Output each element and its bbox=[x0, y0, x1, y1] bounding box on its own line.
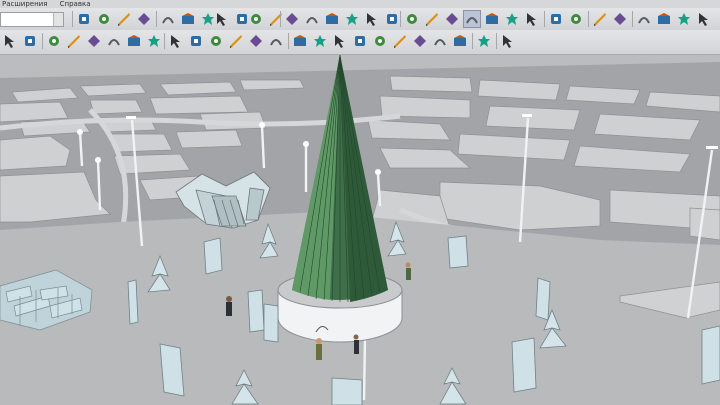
tape-measure-icon[interactable] bbox=[404, 11, 420, 27]
3d-viewport[interactable] bbox=[0, 55, 720, 405]
pan-hand-icon[interactable] bbox=[463, 10, 481, 28]
cursor-arrow-icon[interactable] bbox=[76, 11, 92, 27]
menu-help[interactable]: Справка bbox=[60, 0, 91, 8]
axes-icon[interactable] bbox=[126, 33, 142, 49]
model-info-icon[interactable] bbox=[292, 33, 308, 49]
line-tool-icon[interactable] bbox=[180, 11, 196, 27]
toolbar-separator bbox=[588, 11, 589, 27]
toolbar-separator bbox=[280, 11, 281, 27]
sandbox-grid-icon[interactable] bbox=[656, 11, 672, 27]
style-dropdown[interactable] bbox=[0, 12, 64, 27]
shape-dropdown-icon[interactable] bbox=[268, 11, 284, 27]
follow-me-icon[interactable] bbox=[324, 11, 340, 27]
text-label-icon[interactable] bbox=[106, 33, 122, 49]
sandbox-smoove-icon[interactable] bbox=[676, 11, 692, 27]
left-view-icon[interactable] bbox=[268, 33, 284, 49]
previous-view-icon[interactable] bbox=[524, 11, 540, 27]
components-icon[interactable] bbox=[22, 33, 38, 49]
protractor-icon[interactable] bbox=[86, 33, 102, 49]
shape-tool-icon[interactable] bbox=[248, 11, 264, 27]
zoom-icon[interactable] bbox=[484, 11, 500, 27]
right-view-icon[interactable] bbox=[228, 33, 244, 49]
dropdown-arrow-icon[interactable] bbox=[53, 13, 63, 26]
top-view-icon[interactable] bbox=[188, 33, 204, 49]
menu-extensions[interactable]: Расширения bbox=[2, 0, 47, 8]
scale-icon[interactable] bbox=[364, 11, 380, 27]
rotate-icon[interactable] bbox=[344, 11, 360, 27]
toolbar-separator bbox=[164, 33, 165, 49]
offset-icon[interactable] bbox=[384, 11, 400, 27]
toolbar-secondary bbox=[0, 30, 720, 55]
iso-view-icon[interactable] bbox=[168, 33, 184, 49]
toolbar-separator bbox=[496, 33, 497, 49]
move-icon[interactable] bbox=[304, 11, 320, 27]
extension-warehouse-icon[interactable] bbox=[568, 11, 584, 27]
redo-icon[interactable] bbox=[452, 33, 468, 49]
arc-tool-icon[interactable] bbox=[214, 11, 230, 27]
ruby-console-icon[interactable] bbox=[592, 11, 608, 27]
sandbox-stamp-icon[interactable] bbox=[696, 11, 712, 27]
pencil-icon[interactable] bbox=[46, 33, 62, 49]
front-view-icon[interactable] bbox=[208, 33, 224, 49]
warehouse-icon[interactable] bbox=[548, 11, 564, 27]
toolbar-separator bbox=[72, 11, 73, 27]
paste-icon[interactable] bbox=[392, 33, 408, 49]
text-tool-icon[interactable] bbox=[424, 11, 440, 27]
add-location-icon[interactable] bbox=[612, 11, 628, 27]
section-plane-icon[interactable] bbox=[146, 33, 162, 49]
dimension-icon[interactable] bbox=[66, 33, 82, 49]
toolbar-separator bbox=[156, 11, 157, 27]
orbit-icon[interactable] bbox=[444, 11, 460, 27]
undo-icon[interactable] bbox=[432, 33, 448, 49]
menu-bar: Расширения Справка bbox=[0, 0, 720, 8]
paint-icon[interactable] bbox=[96, 11, 112, 27]
toolbar-separator bbox=[632, 11, 633, 27]
scene-canvas[interactable] bbox=[0, 55, 720, 405]
layers-icon[interactable] bbox=[2, 33, 18, 49]
cut-icon[interactable] bbox=[352, 33, 368, 49]
delete-icon[interactable] bbox=[412, 33, 428, 49]
toolbar-separator bbox=[472, 33, 473, 49]
zoom-extents-icon[interactable] bbox=[504, 11, 520, 27]
toolbar-separator bbox=[400, 11, 401, 27]
push-pull-icon[interactable] bbox=[284, 11, 300, 27]
copy-icon[interactable] bbox=[372, 33, 388, 49]
print-icon[interactable] bbox=[476, 33, 492, 49]
back-view-icon[interactable] bbox=[248, 33, 264, 49]
eraser-icon[interactable] bbox=[136, 11, 152, 27]
toolbar-separator bbox=[544, 11, 545, 27]
toolbar-separator bbox=[288, 33, 289, 49]
toolbar-separator bbox=[42, 33, 43, 49]
sandbox-pencil-icon[interactable] bbox=[636, 11, 652, 27]
eraser-pencil-icon[interactable] bbox=[116, 11, 132, 27]
save-icon[interactable] bbox=[312, 33, 328, 49]
toolbar-main bbox=[0, 8, 720, 31]
open-icon[interactable] bbox=[332, 33, 348, 49]
select-icon[interactable] bbox=[160, 11, 176, 27]
model-info-ruby-icon[interactable] bbox=[500, 33, 516, 49]
